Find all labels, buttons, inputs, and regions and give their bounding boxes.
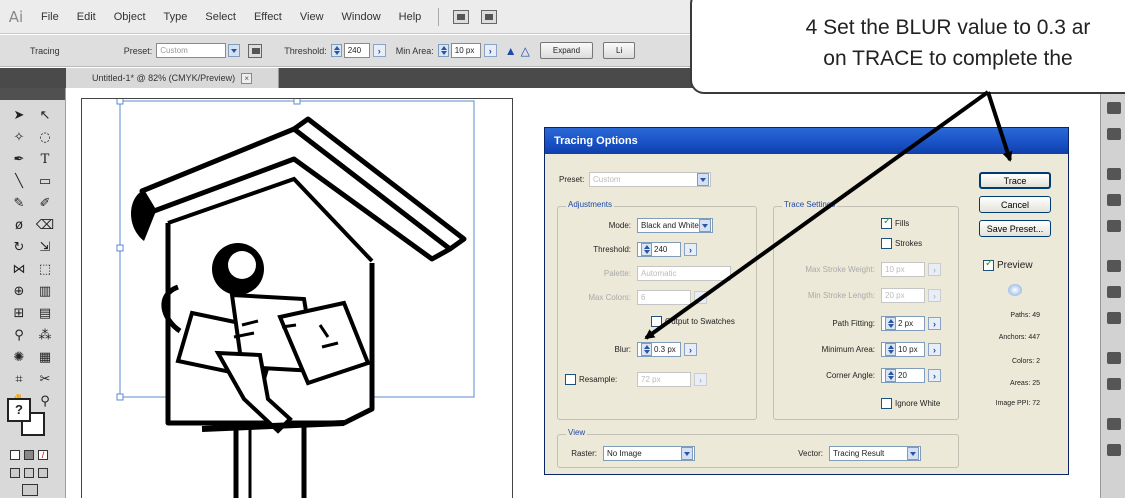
arrow-to-trace [986,91,1013,162]
arrow-to-blur [644,90,990,340]
callout-arrows [644,90,1013,340]
